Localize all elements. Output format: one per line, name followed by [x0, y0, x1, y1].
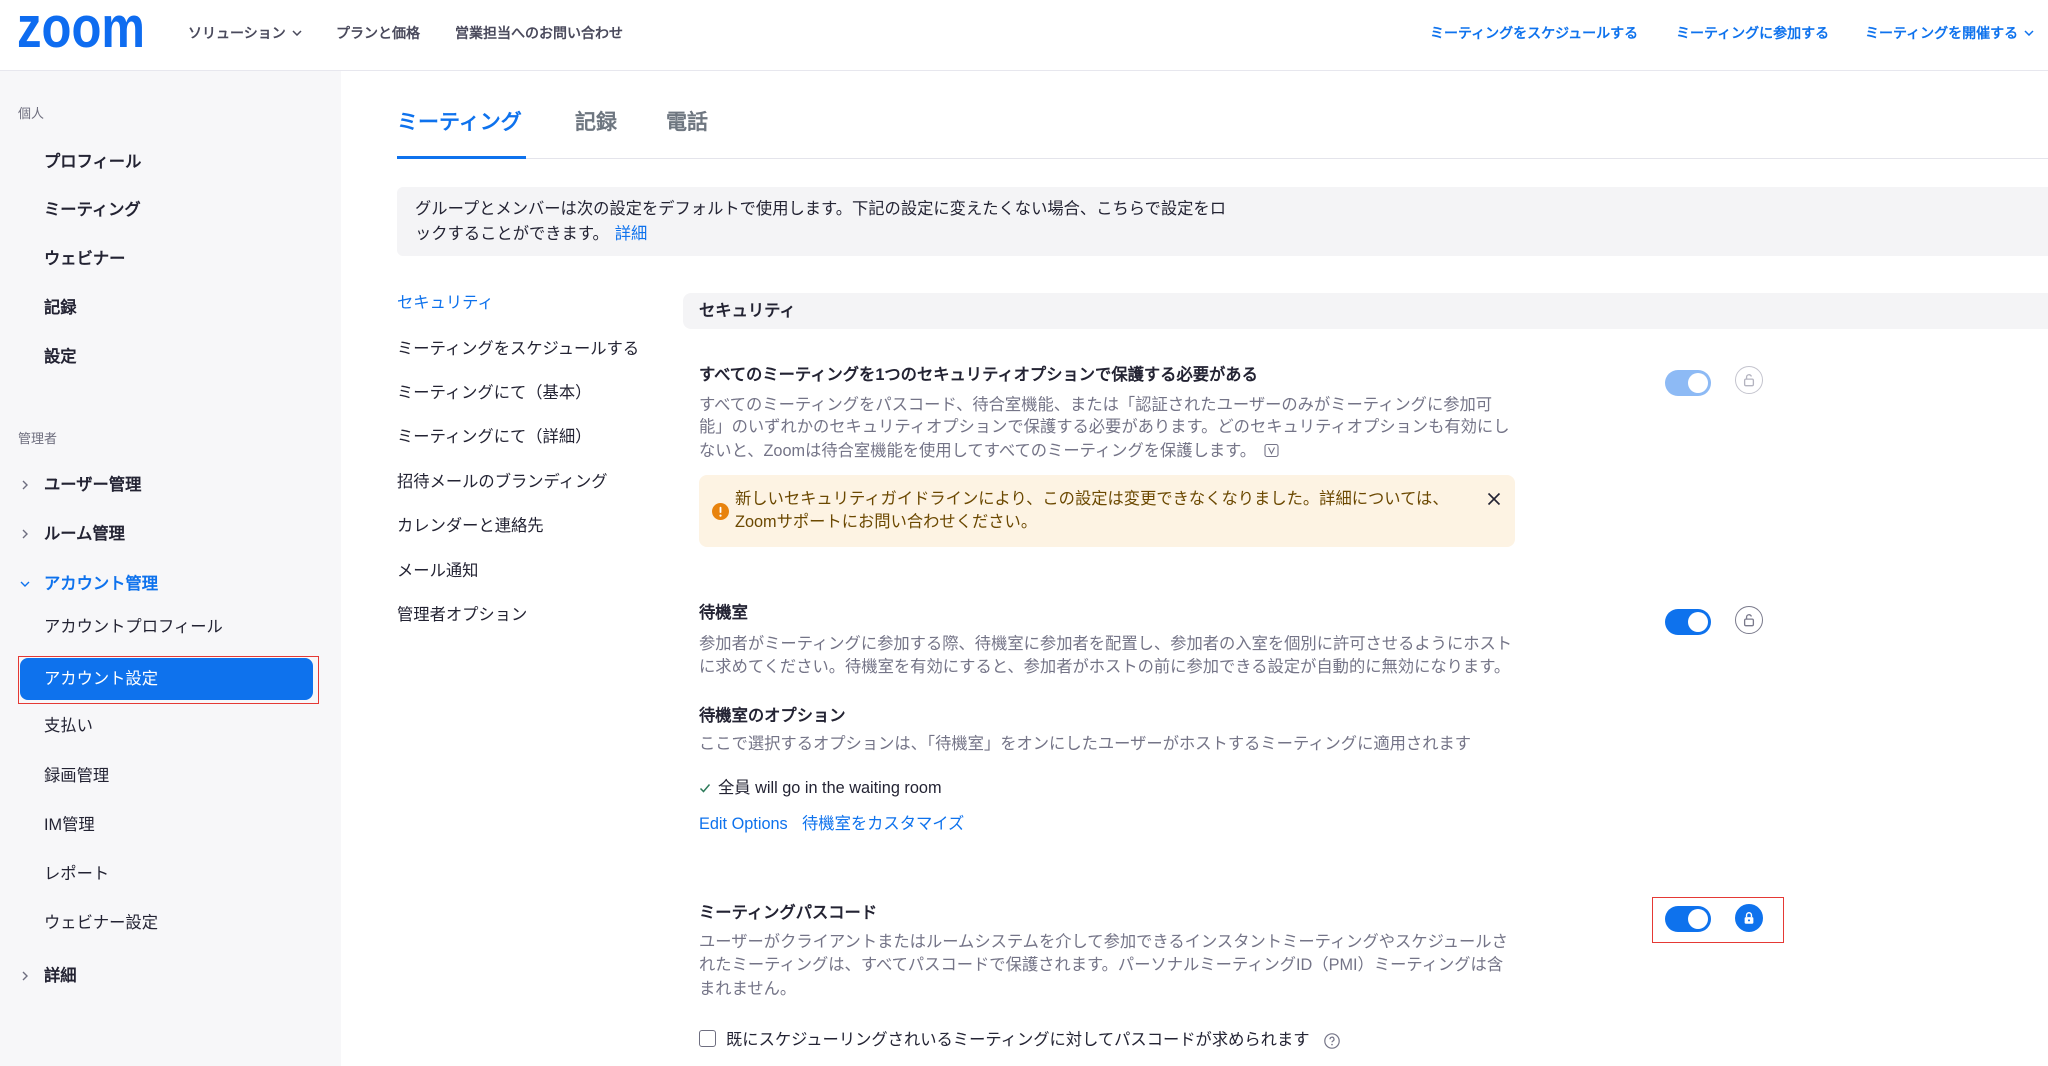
- sidebar-item-webinar-settings[interactable]: ウェビナー設定: [44, 912, 158, 934]
- setting-description-line: れたミーティングは、すべてパスコードで保護されます。パーソナルミーティングID（…: [699, 956, 1504, 974]
- sidebar-item-webinars[interactable]: ウェビナー: [44, 248, 125, 270]
- settings-nav-admin-options[interactable]: 管理者オプション: [397, 604, 527, 626]
- sidebar-item-reports[interactable]: レポート: [44, 863, 109, 885]
- settings-nav-in-meeting-basic[interactable]: ミーティングにて（基本）: [397, 382, 591, 404]
- host-meeting-label: ミーティングを開催する: [1865, 25, 2019, 41]
- tab-telephone[interactable]: 電話: [666, 108, 708, 138]
- sidebar-item-profile[interactable]: プロフィール: [44, 151, 141, 173]
- tab-meetings[interactable]: ミーティング: [397, 108, 522, 138]
- sidebar-item-account-management[interactable]: アカウント管理: [44, 573, 158, 595]
- warning-icon: [712, 503, 729, 520]
- sidebar-heading-personal: 個人: [18, 106, 45, 121]
- nav-plans-label: プランと価格: [336, 25, 420, 41]
- setting-description-line: ないと、Zoomは待合室機能を使用してすべてのミーティングを保護します。: [699, 440, 1279, 462]
- section-header-security: セキュリティ: [683, 293, 2048, 329]
- toggle-knob: [1688, 373, 1708, 393]
- nav-solutions-label: ソリューション: [188, 25, 286, 41]
- warning-banner: 新しいセキュリティガイドラインにより、この設定は変更できなくなりました。詳細につ…: [699, 475, 1515, 547]
- sidebar-item-recordings[interactable]: 記録: [44, 297, 77, 319]
- zoom-logo[interactable]: zoom: [16, 8, 150, 56]
- join-meeting-link[interactable]: ミーティングに参加する: [1676, 23, 1829, 43]
- sidebar-item-advanced[interactable]: 詳細: [44, 965, 77, 987]
- info-notice: グループとメンバーは次の設定をデフォルトで使用します。下記の設定に変えたくない場…: [397, 187, 2048, 256]
- close-icon[interactable]: [1487, 492, 1501, 506]
- setting-description-text: ないと、Zoomは待合室機能を使用してすべてのミーティングを保護します。: [699, 442, 1257, 460]
- selected-waiting-room-option: 全員 will go in the waiting room: [718, 779, 942, 797]
- chevron-right-icon[interactable]: [20, 480, 30, 490]
- logo-text: zoom: [17, 8, 145, 56]
- schedule-meeting-link[interactable]: ミーティングをスケジュールする: [1430, 23, 1638, 43]
- sidebar-item-recording-management[interactable]: 録画管理: [44, 765, 109, 787]
- warning-text-line: Zoomサポートにお問い合わせください。: [735, 513, 1038, 531]
- v-box-icon[interactable]: [1264, 442, 1279, 458]
- unlock-icon[interactable]: [1735, 606, 1763, 634]
- top-header: zoom ソリューション プランと価格 営業担当へのお問い合わせ ミーティングを…: [0, 0, 2048, 71]
- question-icon[interactable]: [1324, 1033, 1340, 1049]
- notice-details-link[interactable]: 詳細: [615, 225, 648, 243]
- settings-nav-schedule-meeting[interactable]: ミーティングをスケジュールする: [397, 338, 639, 360]
- notice-line: ックすることができます。 詳細: [415, 223, 647, 245]
- setting-description-line: ユーザーがクライアントまたはルームシステムを介して参加できるインスタントミーティ…: [699, 933, 1508, 951]
- nav-contact-label: 営業担当へのお問い合わせ: [455, 25, 623, 41]
- toggle-knob: [1688, 612, 1708, 632]
- nav-contact-sales[interactable]: 営業担当へのお問い合わせ: [455, 23, 623, 43]
- caret-down-icon: [292, 30, 302, 36]
- section-title: セキュリティ: [699, 302, 796, 320]
- edit-options-link[interactable]: Edit Options: [699, 813, 788, 835]
- setting-title: すべてのミーティングを1つのセキュリティオプションで保護する必要がある: [699, 366, 1258, 384]
- checkbox-label: 既にスケジューリングされいるミーティングに対してパスコードが求められます: [726, 1031, 1310, 1049]
- notice-text: ックすることができます。: [415, 225, 609, 243]
- require-security-toggle[interactable]: [1665, 370, 1711, 396]
- schedule-meeting-label: ミーティングをスケジュールする: [1430, 25, 1639, 41]
- tabs-divider: [397, 158, 2048, 159]
- setting-description-line: に求めてください。待機室を有効にすると、参加者がホストの前に参加できる設定が自動…: [699, 658, 1511, 676]
- sidebar: 個人 プロフィール ミーティング ウェビナー 記録 設定 管理者 ユーザー管理 …: [0, 71, 341, 1066]
- highlight-box: [1652, 897, 1784, 943]
- main-content: ミーティング 記録 電話 グループとメンバーは次の設定をデフォルトで使用します。…: [341, 71, 2048, 1066]
- sidebar-heading-admin: 管理者: [18, 431, 58, 446]
- waiting-room-options-description: ここで選択するオプションは、「待機室」をオンにしたユーザーがホストするミーティン…: [699, 735, 1472, 753]
- join-meeting-label: ミーティングに参加する: [1676, 25, 1830, 41]
- setting-title: ミーティングパスコード: [699, 904, 878, 922]
- sidebar-item-im-management[interactable]: IM管理: [44, 814, 95, 836]
- warning-text-line: 新しいセキュリティガイドラインにより、この設定は変更できなくなりました。詳細につ…: [735, 490, 1449, 508]
- sidebar-item-user-management[interactable]: ユーザー管理: [44, 474, 141, 496]
- highlight-box: [18, 656, 319, 704]
- setting-description-line: 参加者がミーティングに参加する際、待機室に参加者を配置し、参加者の入室を個別に許…: [699, 635, 1513, 653]
- sidebar-item-account-profile[interactable]: アカウントプロフィール: [44, 616, 223, 638]
- setting-description-line: すべてのミーティングをパスコード、待合室機能、または「認証されたユーザーのみがミ…: [699, 396, 1493, 414]
- chevron-down-icon[interactable]: [20, 579, 30, 589]
- settings-nav-security[interactable]: セキュリティ: [397, 292, 494, 314]
- tab-recordings[interactable]: 記録: [575, 108, 617, 138]
- waiting-room-options-title: 待機室のオプション: [699, 707, 846, 725]
- nav-plans-pricing[interactable]: プランと価格: [336, 23, 420, 43]
- setting-description-line: まれません。: [699, 980, 797, 998]
- require-passcode-existing-checkbox[interactable]: [699, 1030, 716, 1047]
- settings-nav-email-branding[interactable]: 招待メールのブランディング: [397, 471, 608, 493]
- chevron-right-icon[interactable]: [20, 971, 30, 981]
- settings-nav-in-meeting-advanced[interactable]: ミーティングにて（詳細）: [397, 426, 591, 448]
- waiting-room-toggle[interactable]: [1665, 609, 1711, 635]
- sidebar-item-meetings[interactable]: ミーティング: [44, 199, 141, 221]
- active-tab-indicator: [397, 156, 526, 159]
- sidebar-item-billing[interactable]: 支払い: [44, 715, 93, 737]
- customize-waiting-room-link[interactable]: 待機室をカスタマイズ: [802, 813, 964, 835]
- sidebar-item-settings[interactable]: 設定: [44, 346, 77, 368]
- notice-line: グループとメンバーは次の設定をデフォルトで使用します。下記の設定に変えたくない場…: [415, 200, 1226, 218]
- settings-nav-calendar-contacts[interactable]: カレンダーと連絡先: [397, 515, 544, 537]
- settings-nav-email-notification[interactable]: メール通知: [397, 560, 478, 582]
- setting-description-line: 能」のいずれかのセキュリティオプションで保護する必要があります。どのセキュリティ…: [699, 418, 1510, 436]
- nav-solutions[interactable]: ソリューション: [188, 23, 302, 43]
- sidebar-item-room-management[interactable]: ルーム管理: [44, 523, 125, 545]
- chevron-right-icon[interactable]: [20, 529, 30, 539]
- unlock-icon[interactable]: [1735, 366, 1763, 394]
- setting-title: 待機室: [699, 604, 748, 622]
- caret-down-icon: [2024, 30, 2034, 36]
- check-icon: [699, 784, 711, 793]
- host-meeting-menu[interactable]: ミーティングを開催する: [1865, 23, 2034, 43]
